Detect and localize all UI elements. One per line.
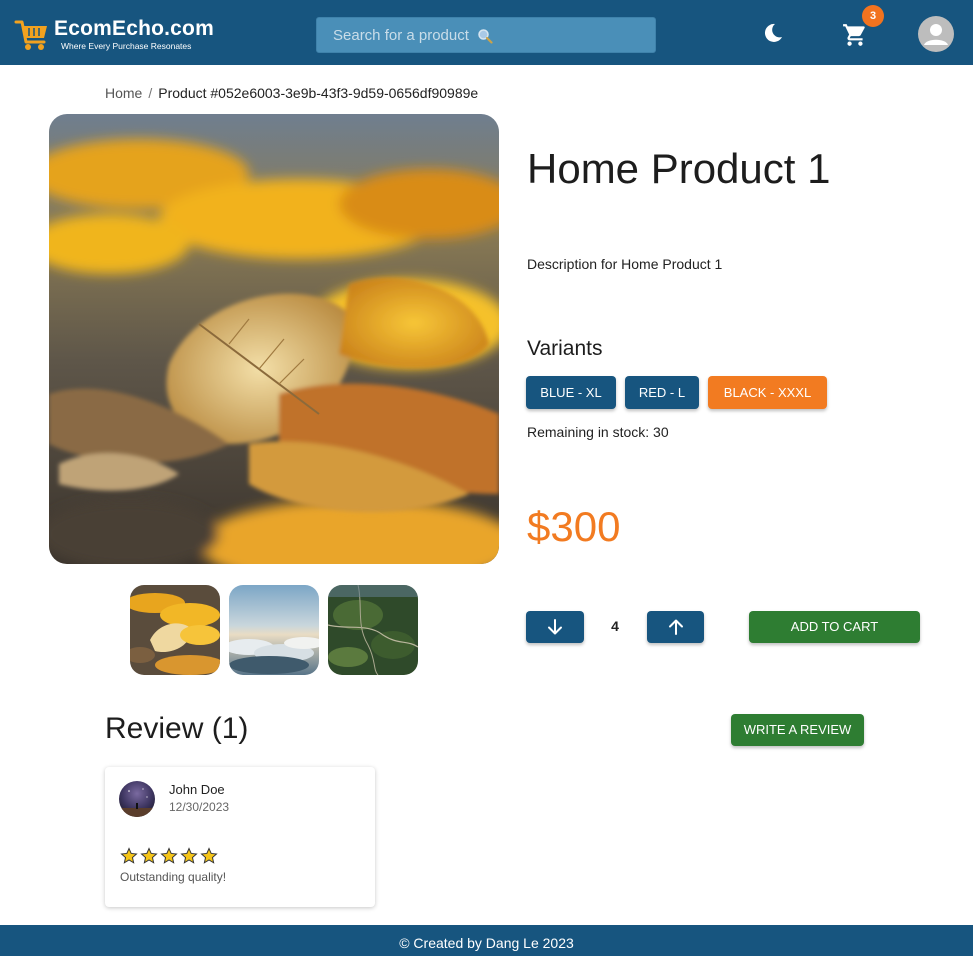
star-icon xyxy=(140,847,158,864)
star-icon xyxy=(200,847,218,864)
top-navbar: EcomEcho.com Where Every Purchase Resona… xyxy=(0,0,973,65)
product-description: Description for Home Product 1 xyxy=(527,256,723,272)
product-price: $300 xyxy=(527,503,621,550)
star-icon xyxy=(160,847,178,864)
quantity-value: 4 xyxy=(611,618,619,634)
search-icon[interactable] xyxy=(477,28,493,44)
product-title: Home Product 1 xyxy=(527,145,831,192)
add-to-cart-button[interactable]: ADD TO CART xyxy=(749,611,920,643)
moon-icon[interactable] xyxy=(760,20,786,46)
breadcrumb: Home / Product #052e6003-3e9b-43f3-9d59-06… xyxy=(105,85,478,101)
footer: © Created by Dang Le 2023 xyxy=(0,925,973,956)
arrow-up-icon xyxy=(669,619,683,635)
stock-remaining: Remaining in stock: 30 xyxy=(527,424,669,440)
star-icon xyxy=(120,847,138,864)
account-icon xyxy=(924,24,948,45)
reviewer-name: John Doe xyxy=(169,782,225,797)
shopping-cart-icon[interactable] xyxy=(842,22,868,48)
quantity-increase-button[interactable] xyxy=(647,611,704,643)
brand-logo[interactable]: EcomEcho.com Where Every Purchase Resona… xyxy=(14,14,214,54)
review-card: John Doe 12/30/2023 Outstanding quality! xyxy=(105,767,375,907)
write-review-button[interactable]: WRITE A REVIEW xyxy=(731,714,864,746)
review-date: 12/30/2023 xyxy=(169,800,230,814)
brand-name: EcomEcho.com xyxy=(54,17,214,40)
breadcrumb-current: Product #052e6003-3e9b-43f3-9d59-0656df9… xyxy=(158,85,479,101)
account-avatar-button[interactable] xyxy=(918,16,954,52)
brand-tagline: Where Every Purchase Resonates xyxy=(61,41,192,51)
footer-credit: © Created by Dang Le 2023 xyxy=(399,935,574,951)
breadcrumb-separator: / xyxy=(148,85,153,101)
review-rating xyxy=(120,847,220,865)
thumbnail-terrain[interactable] xyxy=(328,585,418,675)
reviews-heading: Review (1) xyxy=(105,712,249,745)
variant-red-l-button[interactable]: RED - L xyxy=(625,376,699,409)
thumbnail-clouds[interactable] xyxy=(229,585,319,675)
variant-blue-xl-button[interactable]: BLUE - XL xyxy=(526,376,616,409)
arrow-down-icon xyxy=(548,619,562,635)
cart-logo-icon xyxy=(14,20,47,50)
review-text: Outstanding quality! xyxy=(120,870,227,884)
variant-black-xxxl-button[interactable]: BLACK - XXXL xyxy=(708,376,827,409)
variants-heading: Variants xyxy=(527,337,603,360)
breadcrumb-home-link[interactable]: Home xyxy=(105,85,142,101)
reviewer-avatar xyxy=(119,781,155,817)
thumbnail-leaves[interactable] xyxy=(130,585,220,675)
quantity-decrease-button[interactable] xyxy=(526,611,584,643)
cart-count-badge: 3 xyxy=(862,5,884,27)
product-main-image xyxy=(49,114,499,564)
star-icon xyxy=(180,847,198,864)
search-bar[interactable] xyxy=(316,17,656,53)
